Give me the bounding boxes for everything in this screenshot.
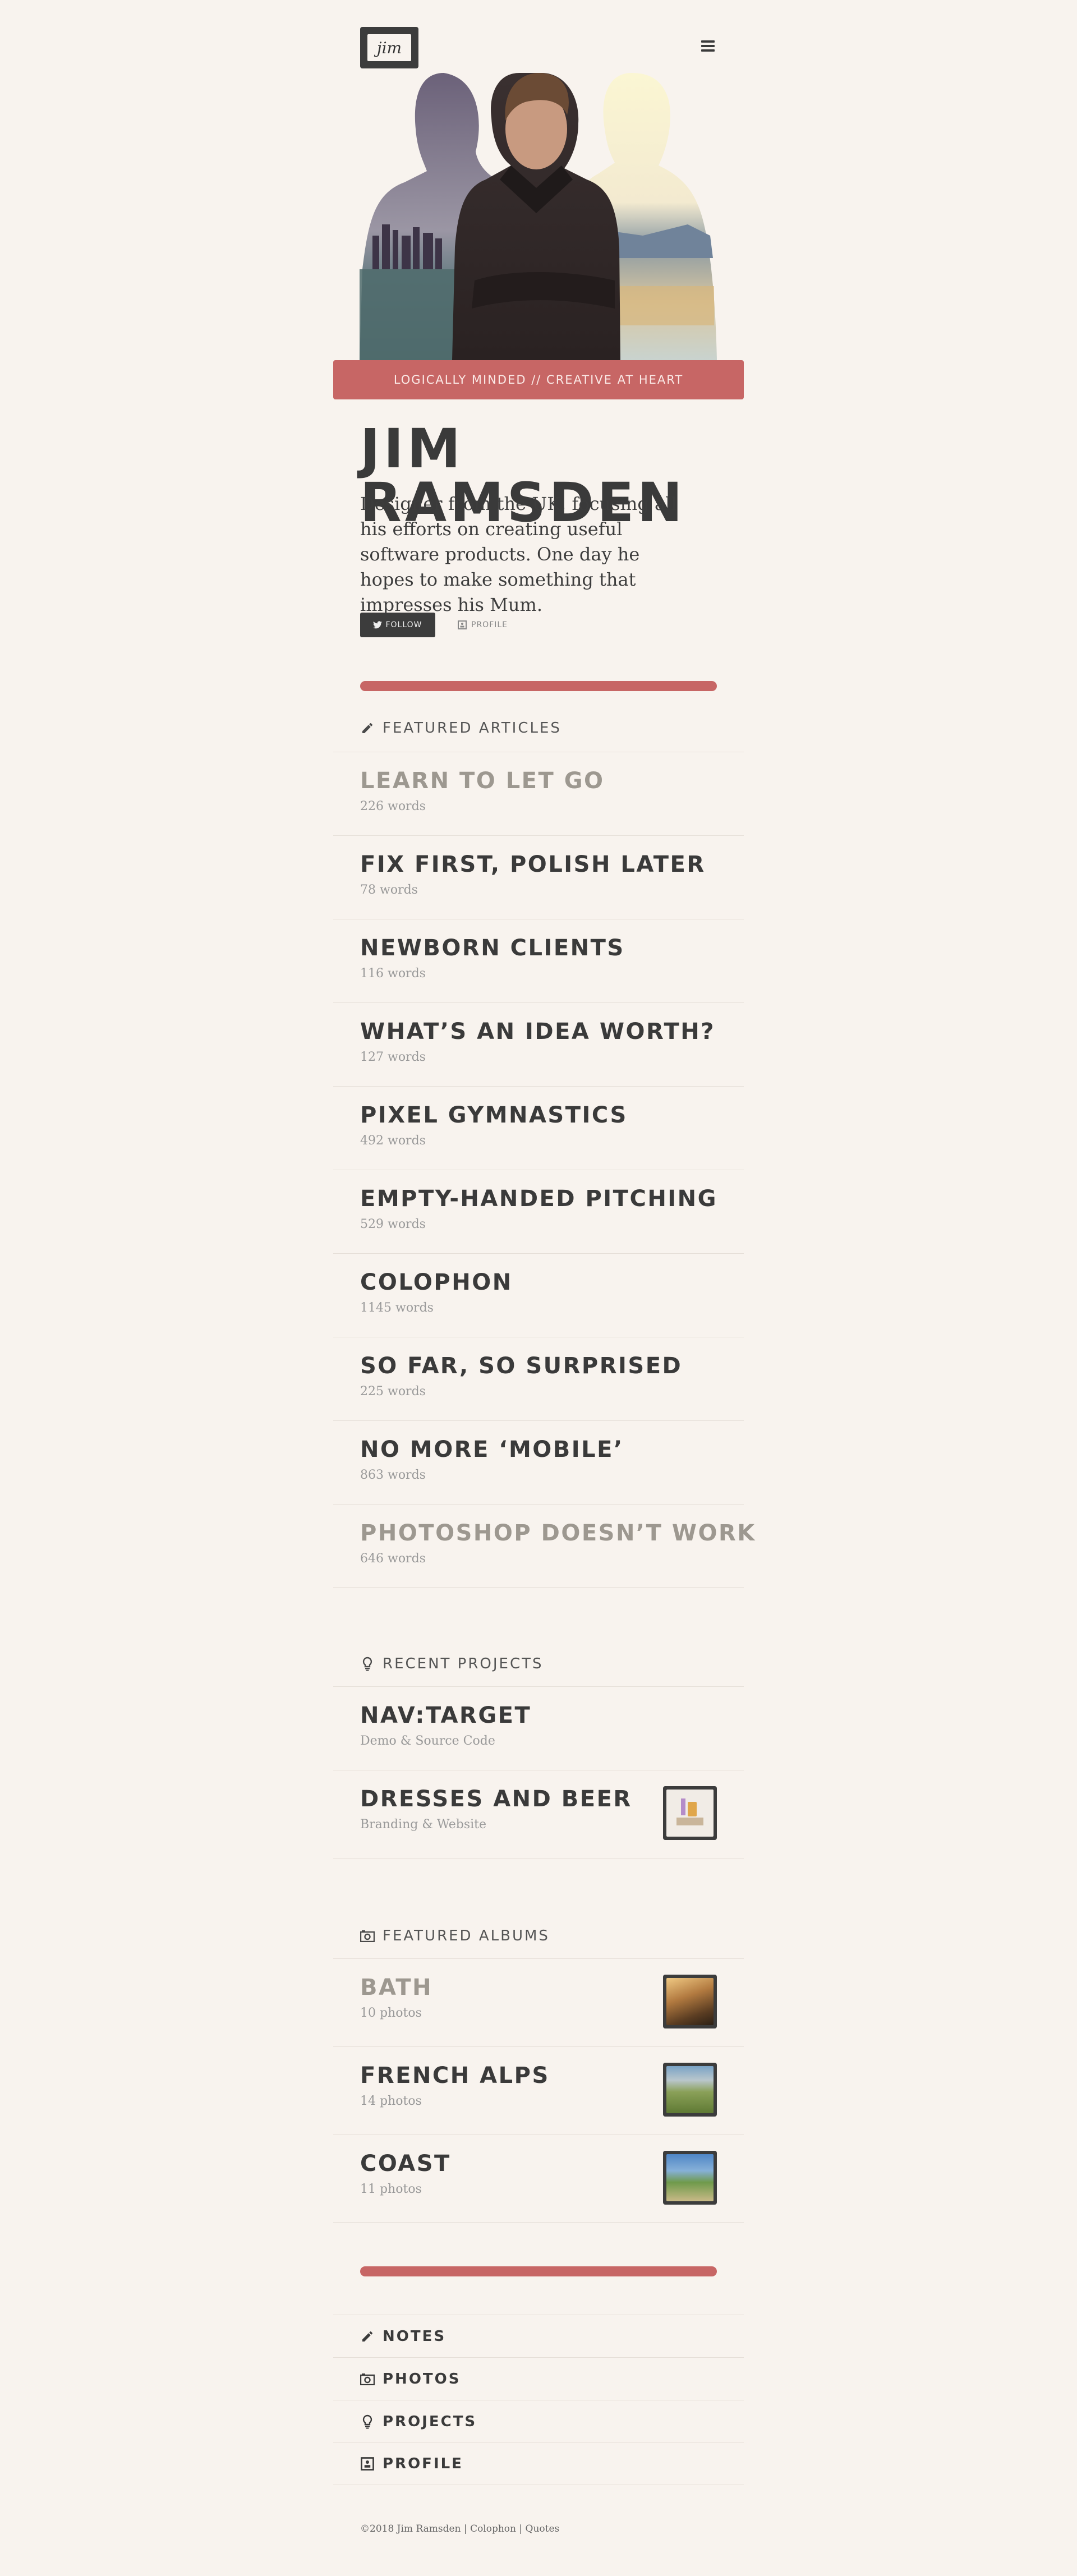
project-thumbnail	[663, 1786, 717, 1840]
article-title: COLOPHON	[360, 1269, 513, 1295]
article-word-count: 127 words	[360, 1050, 426, 1064]
nav-item-profile[interactable]: PROFILE	[333, 2442, 744, 2485]
album-thumbnail	[663, 1975, 717, 2028]
article-item[interactable]: PHOTOSHOP DOESN’T WORK 646 words	[333, 1504, 754, 1588]
project-subtitle: Branding & Website	[360, 1818, 487, 1832]
nav-item-label: PROJECTS	[383, 2413, 477, 2430]
article-word-count: 492 words	[360, 1134, 426, 1148]
lightbulb-icon	[360, 1657, 375, 1671]
projects-list: NAV:TARGET Demo & Source Code DRESSES AND…	[333, 1686, 744, 1859]
album-thumbnail	[663, 2151, 717, 2205]
pencil-icon	[360, 2329, 375, 2344]
profile-card-icon	[458, 620, 467, 629]
project-title: DRESSES AND BEER	[360, 1786, 632, 1812]
project-subtitle: Demo & Source Code	[360, 1734, 495, 1748]
lightbulb-icon	[360, 2414, 375, 2429]
article-title: NEWBORN CLIENTS	[360, 935, 625, 961]
profile-link[interactable]: PROFILE	[458, 613, 508, 637]
album-title: FRENCH ALPS	[360, 2063, 550, 2089]
article-title: NO MORE ‘MOBILE’	[360, 1437, 624, 1462]
follow-label: FOLLOW	[385, 620, 422, 629]
album-photo-count: 10 photos	[360, 2006, 422, 2020]
tagline-banner: LOGICALLY MINDED // CREATIVE AT HEART	[333, 360, 744, 399]
divider-bar	[360, 681, 717, 691]
album-item[interactable]: FRENCH ALPS 14 photos	[333, 2046, 744, 2135]
album-item[interactable]: BATH 10 photos	[333, 1958, 744, 2046]
hamburger-menu-icon[interactable]	[701, 40, 715, 52]
footer-separator: |	[463, 2523, 467, 2534]
pencil-icon	[360, 721, 375, 735]
article-word-count: 646 words	[360, 1552, 426, 1566]
article-word-count: 116 words	[360, 967, 426, 981]
footer: ©2018 Jim Ramsden | Colophon | Quotes	[360, 2523, 559, 2534]
album-title: BATH	[360, 1975, 433, 2000]
copyright-text: ©2018 Jim Ramsden	[360, 2523, 461, 2534]
article-word-count: 225 words	[360, 1384, 426, 1399]
hero-illustration	[351, 67, 726, 360]
article-title: WHAT’S AN IDEA WORTH?	[360, 1019, 715, 1045]
footer-nav: NOTES PHOTOS PROJECTS PROFILE	[333, 2315, 744, 2485]
profile-card-icon	[360, 2457, 375, 2471]
article-word-count: 529 words	[360, 1217, 426, 1231]
article-item[interactable]: LEARN TO LET GO 226 words	[333, 752, 744, 835]
article-item[interactable]: SO FAR, SO SURPRISED 225 words	[333, 1337, 744, 1420]
nav-item-projects[interactable]: PROJECTS	[333, 2400, 744, 2442]
albums-list: BATH 10 photos FRENCH ALPS 14 photos COA…	[333, 1958, 744, 2223]
article-word-count: 226 words	[360, 799, 426, 813]
project-item[interactable]: DRESSES AND BEER Branding & Website	[333, 1770, 744, 1859]
article-title: LEARN TO LET GO	[360, 768, 605, 794]
project-title: NAV:TARGET	[360, 1703, 532, 1728]
article-word-count: 78 words	[360, 883, 418, 897]
colophon-link[interactable]: Colophon	[470, 2523, 516, 2534]
featured-albums-heading: FEATURED ALBUMS	[360, 1925, 550, 1947]
divider-bar	[360, 2266, 717, 2276]
quotes-link[interactable]: Quotes	[526, 2523, 560, 2534]
article-item[interactable]: NEWBORN CLIENTS 116 words	[333, 919, 744, 1002]
nav-item-label: PROFILE	[383, 2455, 463, 2472]
profile-label: PROFILE	[471, 620, 508, 629]
article-word-count: 863 words	[360, 1468, 426, 1482]
nav-item-photos[interactable]: PHOTOS	[333, 2357, 744, 2400]
article-title: FIX FIRST, POLISH LATER	[360, 852, 706, 877]
album-photo-count: 11 photos	[360, 2182, 422, 2196]
article-item[interactable]: NO MORE ‘MOBILE’ 863 words	[333, 1420, 744, 1504]
recent-projects-label: RECENT PROJECTS	[383, 1655, 544, 1672]
album-title: COAST	[360, 2151, 451, 2177]
follow-button[interactable]: FOLLOW	[360, 613, 435, 637]
article-title: PHOTOSHOP DOESN’T WORK	[360, 1520, 756, 1546]
twitter-bird-icon	[373, 621, 383, 629]
featured-articles-heading: FEATURED ARTICLES	[360, 717, 561, 739]
bio-text: Designer from the UK, focusing all his e…	[360, 493, 677, 615]
nav-item-label: NOTES	[383, 2327, 447, 2345]
articles-list: LEARN TO LET GO 226 words FIX FIRST, POLI…	[333, 752, 754, 1588]
article-item[interactable]: WHAT’S AN IDEA WORTH? 127 words	[333, 1002, 744, 1086]
nav-item-notes[interactable]: NOTES	[333, 2315, 744, 2357]
album-item[interactable]: COAST 11 photos	[333, 2135, 744, 2223]
site-logo[interactable]: jim	[360, 27, 418, 68]
article-title: PIXEL GYMNASTICS	[360, 1102, 628, 1128]
nav-item-label: PHOTOS	[383, 2370, 461, 2388]
article-item[interactable]: PIXEL GYMNASTICS 492 words	[333, 1086, 744, 1170]
album-thumbnail	[663, 2063, 717, 2117]
article-item[interactable]: FIX FIRST, POLISH LATER 78 words	[333, 835, 744, 919]
album-photo-count: 14 photos	[360, 2094, 422, 2108]
article-title: SO FAR, SO SURPRISED	[360, 1353, 683, 1379]
featured-albums-label: FEATURED ALBUMS	[383, 1928, 550, 1944]
footer-separator: |	[519, 2523, 523, 2534]
logo-text: jim	[376, 38, 402, 57]
recent-projects-heading: RECENT PROJECTS	[360, 1653, 544, 1675]
hero-silhouettes-image	[360, 73, 717, 360]
camera-icon	[360, 2372, 375, 2386]
project-item[interactable]: NAV:TARGET Demo & Source Code	[333, 1686, 744, 1770]
camera-icon	[360, 1929, 375, 1943]
article-word-count: 1145 words	[360, 1301, 434, 1315]
featured-articles-label: FEATURED ARTICLES	[383, 720, 561, 737]
article-item[interactable]: COLOPHON 1145 words	[333, 1253, 744, 1337]
article-item[interactable]: EMPTY-HANDED PITCHING 529 words	[333, 1170, 744, 1253]
article-title: EMPTY-HANDED PITCHING	[360, 1186, 717, 1212]
